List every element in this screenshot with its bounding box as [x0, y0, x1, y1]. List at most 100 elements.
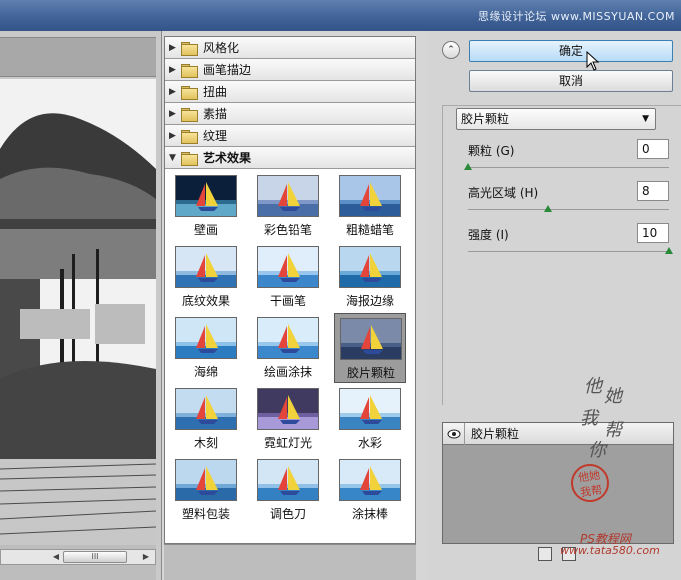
gallery-footer	[164, 544, 416, 580]
filter-thumbnail[interactable]: 海绵	[170, 313, 242, 383]
signature-char: 她	[604, 386, 622, 407]
filter-preview-image	[175, 317, 237, 359]
cancel-button[interactable]: 取消	[469, 70, 673, 92]
scroll-thumb[interactable]: III	[63, 551, 127, 563]
filter-select-value: 胶片颗粒	[461, 112, 510, 126]
highlight-area-input[interactable]: 8	[637, 181, 669, 201]
expand-arrow-icon[interactable]: ▶	[169, 87, 179, 97]
site-watermark: 思缘设计论坛 www.MISSYUAN.COM	[477, 10, 675, 23]
signature-char: 我	[580, 408, 598, 429]
intensity-slider-knob[interactable]	[665, 247, 673, 254]
category-texture[interactable]: ▶ 纹理	[165, 125, 415, 147]
grain-slider-knob[interactable]	[464, 163, 472, 170]
filter-preview-image	[175, 459, 237, 501]
grain-label: 颗粒 (G)	[468, 144, 515, 158]
effect-layer-label: 胶片颗粒	[471, 427, 520, 441]
filter-gallery: ▶ 风格化 ▶ 画笔描边 ▶ 扭曲 ▶ 素描 ▶ 纹理 ▼ 艺术效果 壁画 彩色铅…	[164, 36, 416, 544]
filter-thumbnail[interactable]: 壁画	[170, 171, 242, 241]
filter-thumbnail[interactable]: 木刻	[170, 384, 242, 454]
highlight-area-slider-track[interactable]	[468, 209, 669, 210]
title-bar: 思缘设计论坛 www.MISSYUAN.COM	[0, 0, 681, 31]
settings-panel: ⌃ 确定 取消 胶片颗粒 ▼ 颗粒 (G) 0 高光区域 (H) 8 强度 (I…	[428, 31, 681, 580]
filter-thumbnail-label: 彩色铅笔	[263, 223, 312, 237]
signature-char: 帮	[604, 420, 622, 441]
expand-arrow-icon[interactable]: ▶	[169, 65, 179, 75]
dropdown-caret-icon: ▼	[642, 114, 649, 124]
filter-preview-image	[257, 317, 319, 359]
filter-thumbnail-label: 绘画涂抹	[263, 365, 312, 379]
preview-pane: ◀ III ▶	[0, 31, 162, 580]
preview-horizontal-scrollbar[interactable]: ◀ III ▶	[0, 549, 156, 565]
filter-thumbnail-label: 胶片颗粒	[346, 366, 395, 380]
filter-thumbnail[interactable]: 海报边缘	[334, 242, 406, 312]
filter-preview-image	[175, 246, 237, 288]
filter-thumbnail[interactable]: 胶片颗粒	[334, 313, 406, 383]
intensity-input[interactable]: 10	[637, 223, 669, 243]
grain-slider-track[interactable]	[468, 167, 669, 168]
category-label: 素描	[203, 107, 228, 121]
filter-preview-image	[175, 175, 237, 217]
filter-thumbnail[interactable]: 水彩	[334, 384, 406, 454]
category-brush-strokes[interactable]: ▶ 画笔描边	[165, 59, 415, 81]
filter-thumbnail[interactable]: 霓虹灯光	[252, 384, 324, 454]
category-label: 画笔描边	[203, 63, 252, 77]
filter-preview-image	[257, 388, 319, 430]
filter-thumbnail-label: 底纹效果	[181, 294, 230, 308]
category-stylize[interactable]: ▶ 风格化	[165, 37, 415, 59]
filter-select[interactable]: 胶片颗粒 ▼	[456, 108, 656, 130]
category-label: 纹理	[203, 129, 228, 143]
filter-thumbnail-label: 塑料包装	[181, 507, 230, 521]
filter-preview-image	[339, 388, 401, 430]
filter-thumbnail-label: 水彩	[357, 436, 382, 450]
scroll-right-icon[interactable]: ▶	[139, 551, 153, 563]
site-url: www.tata580.com	[560, 544, 660, 557]
folder-icon	[181, 63, 198, 78]
category-sketch[interactable]: ▶ 素描	[165, 103, 415, 125]
folder-icon	[181, 41, 198, 56]
new-effect-layer-icon[interactable]	[538, 547, 552, 561]
intensity-slider-track[interactable]	[468, 251, 669, 252]
filter-thumbnail-label: 海报边缘	[345, 294, 394, 308]
category-label: 艺术效果	[203, 151, 252, 165]
category-distort[interactable]: ▶ 扭曲	[165, 81, 415, 103]
highlight-area-slider-knob[interactable]	[544, 205, 553, 212]
filter-thumbnail[interactable]: 干画笔	[252, 242, 324, 312]
filter-thumbnail[interactable]: 底纹效果	[170, 242, 242, 312]
filter-preview-image	[339, 246, 401, 288]
filter-thumbnail[interactable]: 塑料包装	[170, 455, 242, 525]
collapse-arrow-icon[interactable]: ▼	[169, 153, 179, 163]
signature-char: 你	[588, 440, 606, 461]
ok-button[interactable]: 确定	[469, 40, 673, 62]
folder-icon	[181, 85, 198, 100]
effect-layer-row[interactable]: 胶片颗粒	[443, 422, 673, 445]
preview-image[interactable]	[0, 79, 156, 575]
filter-preview-image	[257, 175, 319, 217]
filter-thumbnail-label: 涂抹棒	[351, 507, 388, 521]
collapse-gallery-icon[interactable]: ⌃	[442, 41, 460, 59]
category-label: 扭曲	[203, 85, 228, 99]
filter-preview-image	[339, 175, 401, 217]
preview-header	[0, 37, 156, 77]
signature-char: 他	[584, 376, 602, 397]
category-artistic[interactable]: ▼ 艺术效果	[165, 147, 415, 169]
filter-thumbnail[interactable]: 粗糙蜡笔	[334, 171, 406, 241]
expand-arrow-icon[interactable]: ▶	[169, 43, 179, 53]
filter-thumbnail-label: 海绵	[193, 365, 218, 379]
filter-thumbnail-label: 壁画	[193, 223, 218, 237]
filter-thumbnail-label: 霓虹灯光	[263, 436, 312, 450]
filter-thumbnail[interactable]: 涂抹棒	[334, 455, 406, 525]
scroll-left-icon[interactable]: ◀	[49, 551, 63, 563]
filter-thumbnail[interactable]: 绘画涂抹	[252, 313, 324, 383]
expand-arrow-icon[interactable]: ▶	[169, 131, 179, 141]
expand-arrow-icon[interactable]: ▶	[169, 109, 179, 119]
eye-icon[interactable]	[443, 422, 465, 445]
filter-preview-image	[257, 459, 319, 501]
filter-thumbnail[interactable]: 调色刀	[252, 455, 324, 525]
highlight-area-label: 高光区域 (H)	[468, 186, 539, 200]
scroll-grip: III	[91, 552, 99, 561]
filter-thumbnail[interactable]: 彩色铅笔	[252, 171, 324, 241]
filter-preview-image	[340, 318, 402, 360]
filter-preview-image	[257, 246, 319, 288]
filter-preview-image	[175, 388, 237, 430]
grain-input[interactable]: 0	[637, 139, 669, 159]
